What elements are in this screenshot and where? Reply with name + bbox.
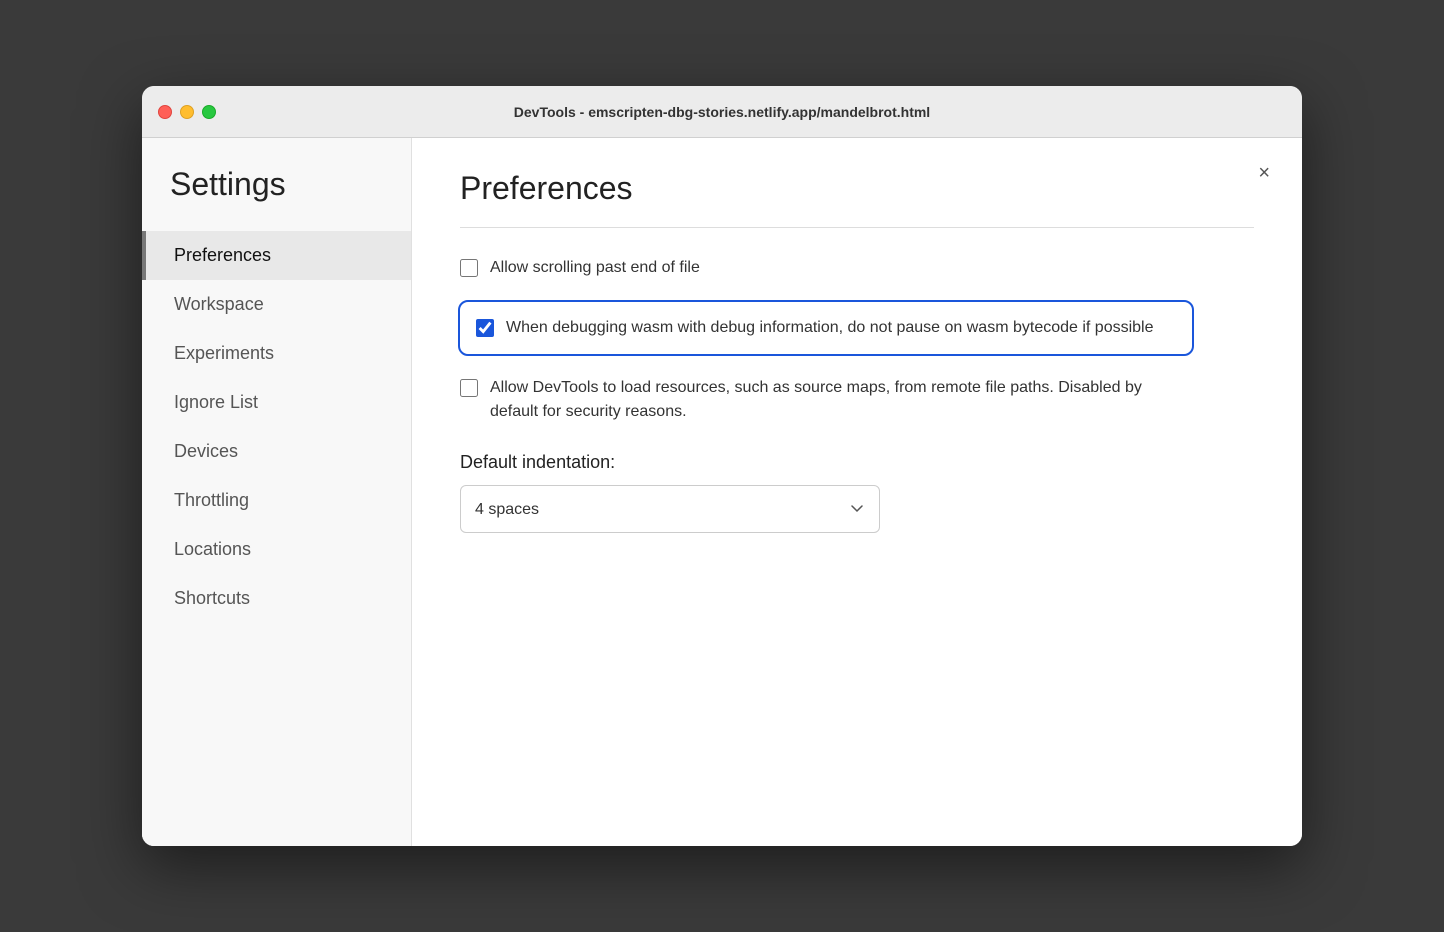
sidebar-item-throttling[interactable]: Throttling xyxy=(142,476,411,525)
traffic-lights xyxy=(158,105,216,119)
scroll-past-end-checkbox[interactable] xyxy=(460,259,478,277)
indentation-section: Default indentation: 2 spaces 4 spaces 8… xyxy=(460,452,1254,533)
scroll-past-end-label[interactable]: Allow scrolling past end of file xyxy=(490,256,700,280)
close-traffic-light[interactable] xyxy=(158,105,172,119)
remote-sources-checkbox[interactable] xyxy=(460,379,478,397)
sidebar-item-devices[interactable]: Devices xyxy=(142,427,411,476)
sidebar-item-preferences[interactable]: Preferences xyxy=(142,231,411,280)
maximize-traffic-light[interactable] xyxy=(202,105,216,119)
indentation-select-wrapper: 2 spaces 4 spaces 8 spaces Tab character xyxy=(460,485,880,533)
window-title: DevTools - emscripten-dbg-stories.netlif… xyxy=(514,104,930,120)
window-body: Settings Preferences Workspace Experimen… xyxy=(142,138,1302,846)
sidebar-item-ignore-list[interactable]: Ignore List xyxy=(142,378,411,427)
devtools-window: DevTools - emscripten-dbg-stories.netlif… xyxy=(142,86,1302,846)
scroll-past-end-row: Allow scrolling past end of file xyxy=(460,256,1254,280)
indentation-select[interactable]: 2 spaces 4 spaces 8 spaces Tab character xyxy=(460,485,880,533)
wasm-debug-row: When debugging wasm with debug informati… xyxy=(458,300,1194,356)
section-title: Preferences xyxy=(460,170,1254,207)
minimize-traffic-light[interactable] xyxy=(180,105,194,119)
indentation-label: Default indentation: xyxy=(460,452,1254,473)
sidebar-item-workspace[interactable]: Workspace xyxy=(142,280,411,329)
sidebar-item-shortcuts[interactable]: Shortcuts xyxy=(142,574,411,623)
remote-sources-label[interactable]: Allow DevTools to load resources, such a… xyxy=(490,376,1194,424)
wasm-debug-checkbox[interactable] xyxy=(476,319,494,337)
sidebar-item-locations[interactable]: Locations xyxy=(142,525,411,574)
wasm-debug-label[interactable]: When debugging wasm with debug informati… xyxy=(506,316,1154,340)
title-bar: DevTools - emscripten-dbg-stories.netlif… xyxy=(142,86,1302,138)
sidebar-item-experiments[interactable]: Experiments xyxy=(142,329,411,378)
remote-sources-row: Allow DevTools to load resources, such a… xyxy=(460,376,1194,424)
sidebar-heading: Settings xyxy=(142,166,411,231)
section-divider xyxy=(460,227,1254,228)
sidebar: Settings Preferences Workspace Experimen… xyxy=(142,138,412,846)
main-content: × Preferences Allow scrolling past end o… xyxy=(412,138,1302,846)
close-button[interactable]: × xyxy=(1250,158,1278,189)
